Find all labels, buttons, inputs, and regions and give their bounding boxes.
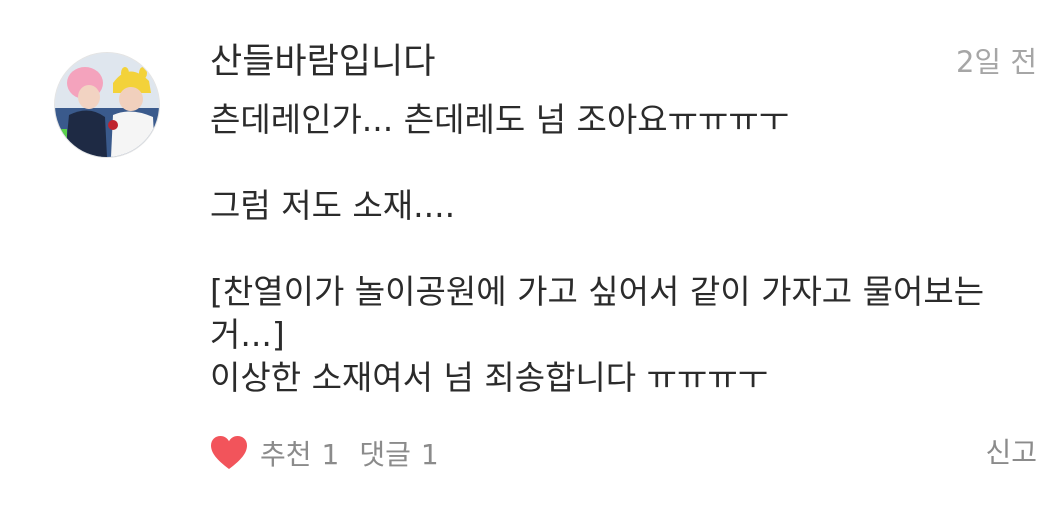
reply-label: 댓글 <box>359 438 411 471</box>
heart-icon[interactable] <box>210 435 248 471</box>
comment-time: 2일 전 <box>955 45 1037 79</box>
comment-footer: 추천 1 댓글 1 <box>210 432 459 474</box>
comment-blank-line <box>210 227 1040 270</box>
reply-button[interactable]: 댓글 1 <box>359 433 438 473</box>
recommend-label: 추천 <box>260 438 312 471</box>
recommend-button[interactable]: 추천 1 <box>260 433 339 473</box>
report-button[interactable]: 신고 <box>985 432 1037 474</box>
comment-line: 츤데레인가... 츤데레도 넘 조아요ㅠㅠㅠㅜ <box>210 100 790 139</box>
avatar[interactable] <box>55 53 159 157</box>
avatar-image <box>55 53 159 157</box>
comment-body: 츤데레인가... 츤데레도 넘 조아요ㅠㅠㅠㅜ 그럼 저도 소재.... [찬열… <box>210 98 1040 399</box>
comment-line: 이상한 소재여서 넘 죄송합니다 ㅠㅠㅠㅜ <box>210 358 769 397</box>
comment-line: 거...] <box>210 315 285 354</box>
comment-line: 그럼 저도 소재.... <box>210 186 456 225</box>
reply-count: 1 <box>420 438 439 471</box>
recommend-count: 1 <box>321 438 340 471</box>
comment-blank-line <box>210 141 1040 184</box>
comment-author[interactable]: 산들바람입니다 <box>210 40 435 84</box>
comment-line: [찬열이가 놀이공원에 가고 싶어서 같이 가자고 물어보는 <box>210 272 985 311</box>
